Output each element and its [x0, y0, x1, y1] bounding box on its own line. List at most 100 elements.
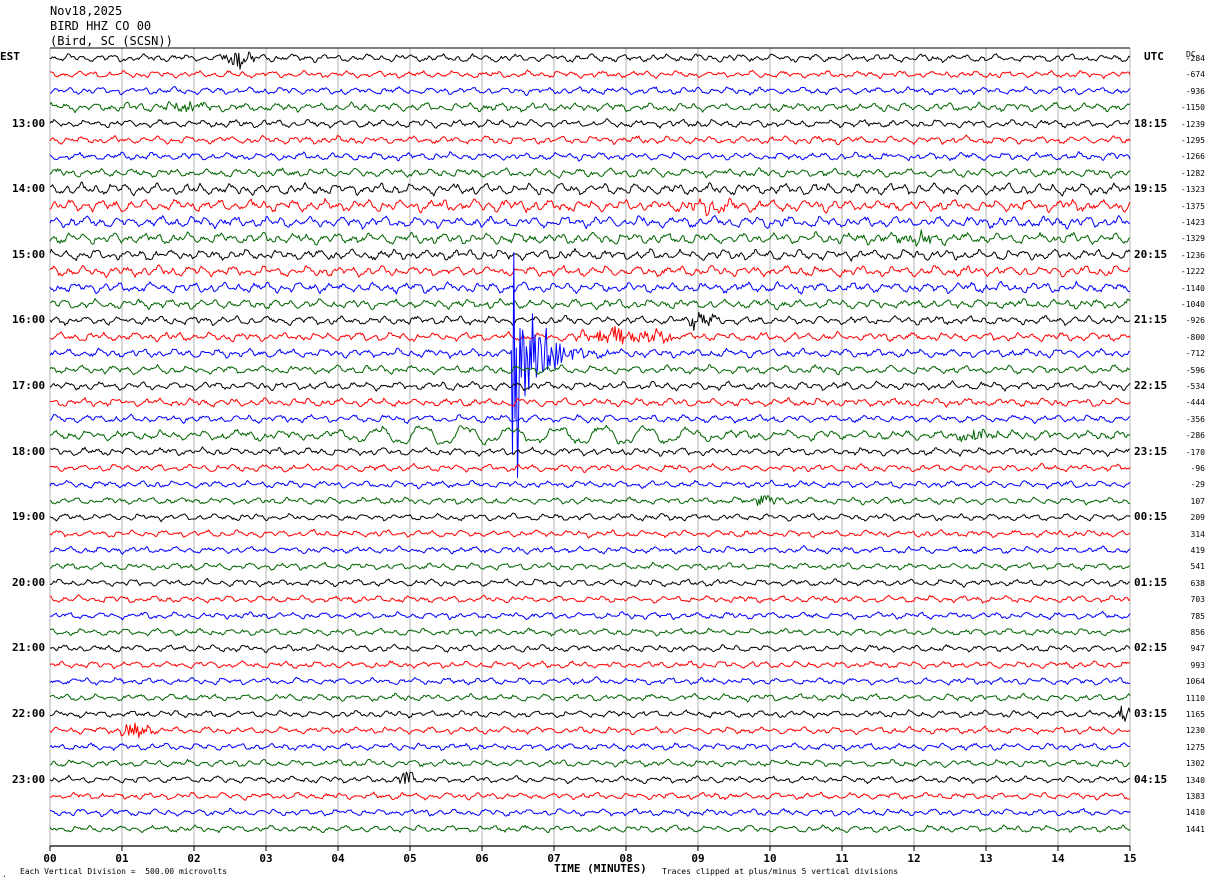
dc-offset-value: -1236	[1180, 250, 1205, 260]
seismic-trace-42	[49, 742, 1131, 752]
seismic-trace-38	[49, 676, 1131, 686]
seismic-trace-25	[49, 462, 1131, 473]
left-hour-label: 17:00	[12, 379, 46, 392]
left-hour-label: 20:00	[12, 575, 46, 589]
dc-offset-value: -1375	[1180, 201, 1205, 211]
seismic-traces	[49, 51, 1131, 834]
seismic-trace-1	[49, 69, 1131, 80]
seismic-trace-7	[49, 167, 1131, 179]
seismic-trace-33	[49, 594, 1131, 604]
seismic-trace-28	[49, 512, 1131, 523]
x-tick-label: 09	[691, 852, 704, 865]
dc-offset-value: -1140	[1180, 283, 1205, 293]
seismic-trace-9	[49, 197, 1131, 217]
seismic-trace-19	[49, 364, 1131, 376]
dc-offset-value: 1383	[1185, 792, 1205, 801]
dc-offset-value: -1329	[1180, 234, 1205, 244]
dc-offset-value: 1441	[1185, 824, 1205, 834]
dc-offset-value: 314	[1190, 529, 1205, 539]
scale-note: Each Vertical Division = 500.00 microvol…	[20, 867, 228, 876]
seismic-trace-11	[49, 229, 1131, 247]
dc-offset-value: -444	[1185, 398, 1205, 408]
dc-offset-value: -1150	[1180, 103, 1205, 113]
left-hour-label: 16:00	[12, 313, 46, 327]
seismic-trace-15	[49, 297, 1131, 311]
seismic-trace-8	[49, 181, 1131, 197]
dc-offset-value: 785	[1190, 611, 1205, 621]
seismic-trace-6	[49, 151, 1131, 162]
left-hour-label: 13:00	[12, 116, 46, 130]
x-tick-label: 06	[475, 852, 489, 865]
x-tick-label: 01	[115, 852, 129, 865]
seismic-trace-45	[49, 791, 1131, 801]
dc-offset-value: 209	[1190, 513, 1205, 523]
left-hour-label: 15:00	[12, 247, 46, 261]
dc-offset-value: 541	[1190, 562, 1205, 572]
dc-offset-value: 638	[1190, 578, 1205, 588]
seismic-trace-46	[49, 807, 1131, 817]
seismic-trace-16	[49, 311, 1131, 331]
x-tick-label: 00	[43, 852, 56, 865]
seismic-trace-36	[49, 643, 1131, 654]
dc-offset-value: 1410	[1185, 808, 1205, 818]
dc-offset-value: 1110	[1185, 693, 1205, 703]
dc-offset-value: -356	[1185, 414, 1205, 424]
dc-offset-value: 703	[1190, 595, 1205, 605]
seismic-trace-44	[49, 771, 1131, 785]
dc-offset-value: -1040	[1180, 300, 1205, 309]
x-tick-label: 10	[763, 852, 776, 865]
corner-mark: .	[2, 870, 7, 879]
dc-offset-value: -534	[1185, 382, 1205, 391]
station-location: (Bird, SC (SCSN))	[50, 34, 173, 48]
seismic-trace-12	[49, 248, 1131, 262]
dc-offset-value: 856	[1190, 628, 1205, 637]
dc-offset-value: 1230	[1185, 726, 1205, 736]
x-tick-label: 03	[259, 852, 272, 865]
x-axis-title: TIME (MINUTES)	[554, 862, 647, 875]
seismic-trace-10	[49, 214, 1131, 230]
dc-offset-value: -284	[1185, 54, 1205, 63]
dc-offset-value: 1275	[1185, 742, 1205, 752]
clip-note: Traces clipped at plus/minus 5 vertical …	[662, 867, 899, 876]
seismic-trace-27	[49, 495, 1131, 507]
left-hour-label: 22:00	[12, 707, 46, 720]
seismic-trace-22	[49, 413, 1131, 425]
x-tick-label: 13	[979, 852, 992, 865]
seismic-trace-34	[49, 610, 1131, 621]
seismic-trace-35	[49, 627, 1131, 637]
left-hour-label: 23:00	[12, 772, 46, 786]
seismic-trace-14	[49, 280, 1131, 295]
dc-offset-value: -1423	[1180, 218, 1205, 227]
seismic-trace-3	[49, 100, 1131, 114]
dc-offset-value: -170	[1185, 447, 1205, 457]
seismic-trace-5	[49, 134, 1131, 146]
dc-offset-value: 1302	[1185, 759, 1205, 769]
record-date: Nov18,2025	[50, 4, 123, 18]
dc-offset-value: -96	[1190, 464, 1205, 473]
dc-offset-value: -286	[1185, 431, 1205, 441]
seismic-trace-17	[50, 325, 1131, 345]
seismic-trace-37	[49, 660, 1131, 670]
left-timezone-label: EST	[0, 50, 20, 63]
seismic-trace-41	[49, 722, 1131, 739]
dc-offset-value: 1064	[1185, 677, 1205, 687]
dc-offset-value: -1222	[1180, 267, 1205, 277]
dc-offset-value: -596	[1185, 365, 1205, 375]
left-hour-label: 19:00	[12, 510, 46, 524]
dc-offset-value: -800	[1185, 332, 1205, 342]
seismic-trace-43	[49, 758, 1131, 768]
dc-offset-value: 107	[1190, 496, 1205, 506]
dc-offset-value: 419	[1190, 546, 1205, 555]
seismic-trace-21	[49, 397, 1131, 408]
x-tick-label: 05	[403, 852, 416, 865]
seismic-trace-23	[49, 424, 1131, 446]
dc-offset-value: 1340	[1185, 775, 1205, 785]
x-tick-label: 14	[1051, 852, 1065, 865]
dc-offset-value: -1295	[1180, 136, 1205, 145]
left-hour-label: 21:00	[12, 641, 46, 655]
seismic-trace-20	[49, 380, 1131, 392]
seismic-trace-30	[49, 545, 1131, 555]
dc-offset-value: -1323	[1180, 185, 1205, 195]
left-hour-label: 14:00	[12, 182, 46, 196]
seismic-trace-29	[49, 528, 1131, 539]
